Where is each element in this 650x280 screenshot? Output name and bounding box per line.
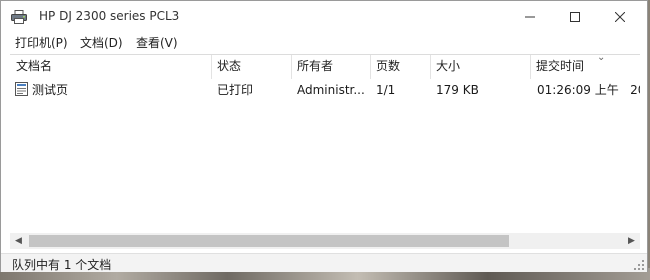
document-list[interactable]: 文档名 状态 所有者 页数 大小 提交时间 ⌄ 测试页 已打印 Administ… (10, 54, 640, 235)
column-header-owner[interactable]: 所有者 (297, 55, 367, 79)
horizontal-scrollbar[interactable]: ◀ ▶ (10, 233, 640, 249)
window-title: HP DJ 2300 series PCL3 (39, 9, 180, 23)
close-button[interactable] (597, 1, 643, 32)
scroll-left-arrow-icon[interactable]: ◀ (10, 233, 27, 249)
column-separator[interactable] (430, 55, 431, 79)
document-status: 已打印 (217, 83, 254, 97)
menu-view[interactable]: 查看(V) (136, 34, 178, 51)
minimize-icon (525, 16, 535, 17)
title-bar[interactable]: HP DJ 2300 series PCL3 (1, 1, 647, 32)
document-submitted-time: 01:26:09 上午 202 (537, 83, 640, 97)
column-header-document-name[interactable]: 文档名 (16, 55, 211, 79)
maximize-button[interactable] (552, 1, 598, 32)
column-header-pages[interactable]: 页数 (376, 55, 426, 79)
column-separator[interactable] (291, 55, 292, 79)
document-owner: Administr... (297, 83, 365, 97)
document-name: 测试页 (32, 83, 69, 97)
status-bar: 队列中有 1 个文档 (1, 253, 647, 272)
column-separator[interactable] (530, 55, 531, 79)
document-size: 179 KB (436, 83, 479, 97)
print-queue-window: HP DJ 2300 series PCL3 打印机(P) 文档(D) 查看(V… (0, 0, 648, 272)
column-separator[interactable] (211, 55, 212, 79)
resize-grip-icon[interactable] (634, 260, 644, 270)
minimize-button[interactable] (507, 1, 553, 32)
queue-status-text: 队列中有 1 个文档 (12, 258, 112, 272)
column-header-status[interactable]: 状态 (217, 55, 287, 79)
column-header-submitted[interactable]: 提交时间 (536, 55, 636, 79)
column-header-size[interactable]: 大小 (436, 55, 526, 79)
document-icon (15, 82, 28, 96)
scrollbar-thumb[interactable] (29, 235, 509, 247)
menu-printer[interactable]: 打印机(P) (15, 34, 68, 51)
menu-document[interactable]: 文档(D) (80, 34, 123, 51)
maximize-icon (570, 11, 580, 22)
column-separator[interactable] (370, 55, 371, 79)
sort-chevron-down-icon: ⌄ (597, 54, 606, 63)
menu-bar: 打印机(P) 文档(D) 查看(V) (1, 32, 647, 52)
document-pages: 1/1 (376, 83, 396, 97)
close-icon (615, 11, 625, 22)
printer-icon (11, 10, 27, 24)
scroll-right-arrow-icon[interactable]: ▶ (623, 233, 640, 249)
